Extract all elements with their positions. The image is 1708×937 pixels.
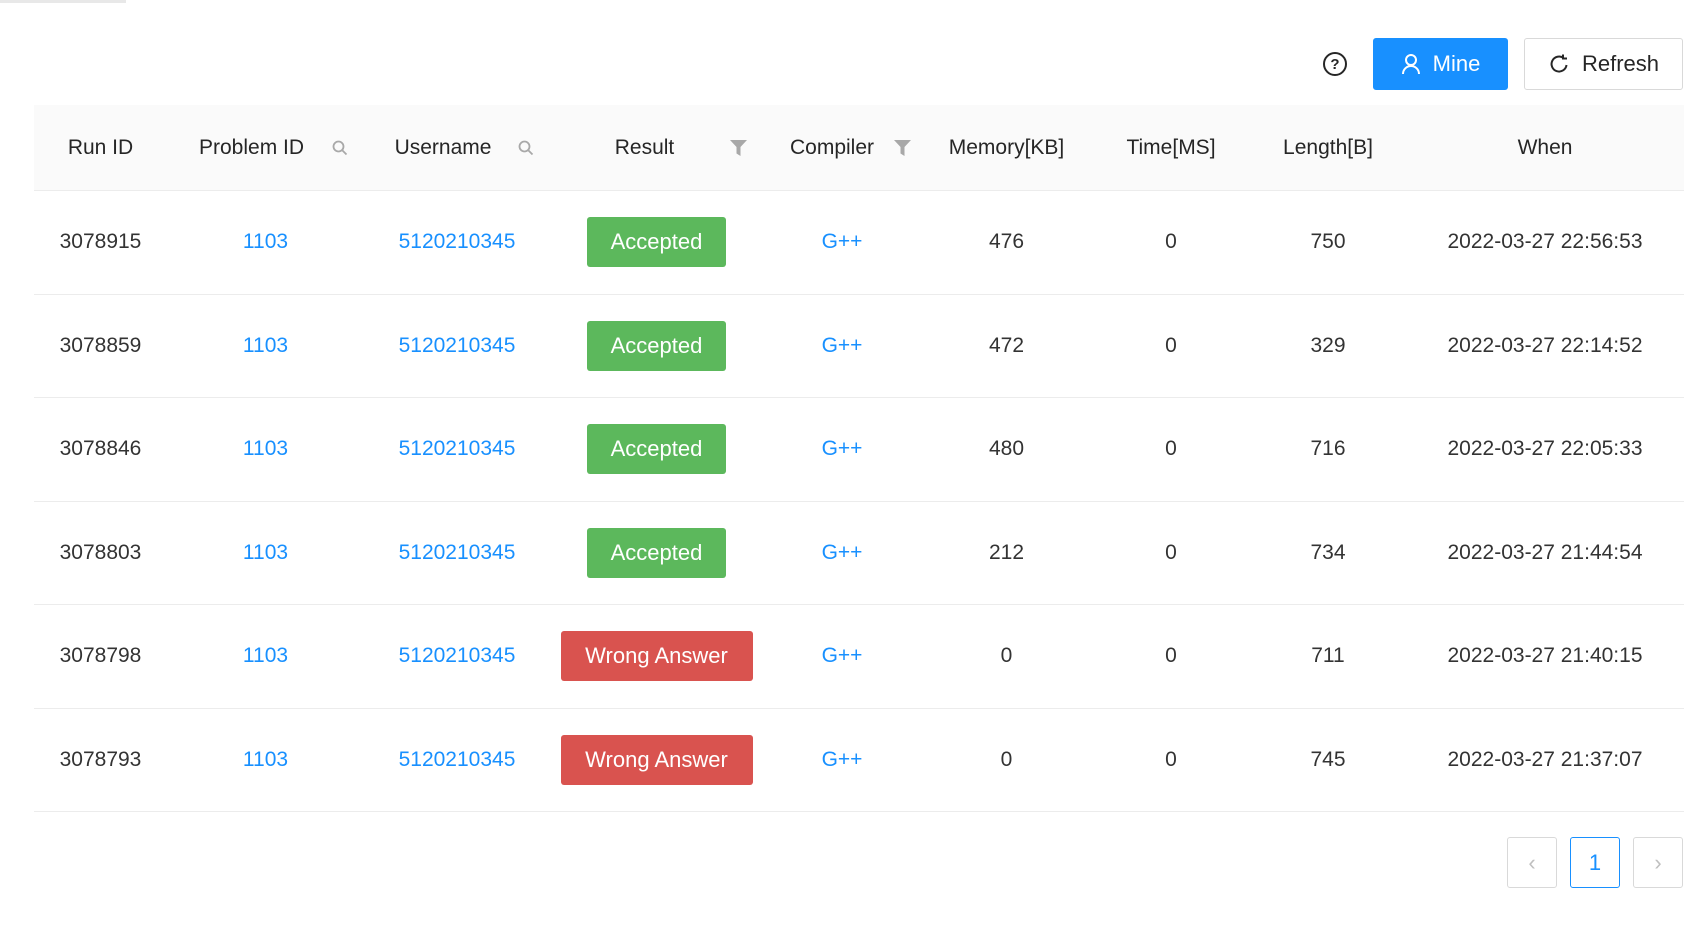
length-cell: 734 [1310,540,1346,564]
username-link[interactable]: 5120210345 [399,230,516,254]
table-row: 3078793 1103 5120210345 Wrong Answer G++… [34,709,1684,812]
header-time: Time[MS] [1092,105,1250,190]
table-row: 3078803 1103 5120210345 Accepted G++ 212… [34,502,1684,605]
memory-cell: 472 [988,333,1025,357]
header-length: Length[B] [1250,105,1406,190]
problem-id-link[interactable]: 1103 [243,230,288,254]
pagination: ‹ 1 › [1507,837,1683,888]
compiler-link[interactable]: G++ [822,334,863,358]
mine-button[interactable]: Mine [1373,38,1508,90]
table-row: 3078915 1103 5120210345 Accepted G++ 476… [34,191,1684,295]
time-cell: 0 [1165,540,1177,564]
run-id-cell: 3078915 [59,230,142,254]
table-row: 3078798 1103 5120210345 Wrong Answer G++… [34,605,1684,709]
compiler-link[interactable]: G++ [822,230,863,254]
header-memory: Memory[KB] [921,105,1092,190]
time-cell: 0 [1165,747,1177,771]
time-cell: 0 [1165,230,1177,254]
result-badge[interactable]: Accepted [587,217,726,268]
problem-id-link[interactable]: 1103 [243,437,288,461]
when-cell: 2022-03-27 22:05:33 [1447,437,1643,461]
chevron-left-icon: ‹ [1528,849,1536,875]
header-result: Result [550,105,763,190]
chevron-right-icon: › [1654,849,1662,875]
search-icon[interactable] [332,140,348,156]
username-link[interactable]: 5120210345 [399,334,516,358]
header-result-label: Result [614,135,675,159]
when-cell: 2022-03-27 22:56:53 [1447,230,1643,254]
compiler-link[interactable]: G++ [822,437,863,461]
run-id-cell: 3078793 [59,747,142,771]
header-memory-label: Memory[KB] [948,135,1065,159]
memory-cell: 476 [988,230,1025,254]
result-badge[interactable]: Accepted [587,527,726,578]
run-id-cell: 3078803 [59,540,142,564]
length-cell: 750 [1310,230,1346,254]
header-when-label: When [1517,135,1573,159]
problem-id-link[interactable]: 1103 [243,644,288,668]
submissions-table: Run ID Problem ID Username Result Compil… [34,105,1684,812]
prev-page-button[interactable]: ‹ [1507,837,1557,888]
refresh-button-label: Refresh [1581,51,1660,76]
problem-id-link[interactable]: 1103 [243,748,288,772]
time-cell: 0 [1165,437,1177,461]
when-cell: 2022-03-27 22:14:52 [1447,333,1643,357]
memory-cell: 480 [988,437,1025,461]
refresh-icon [1548,53,1570,75]
header-username: Username [364,105,550,190]
run-id-cell: 3078846 [59,437,142,461]
search-icon[interactable] [518,140,534,156]
header-problem-id-label: Problem ID [198,135,305,159]
filter-icon[interactable] [730,139,747,156]
user-icon [1401,53,1421,75]
result-badge[interactable]: Wrong Answer [560,734,753,785]
username-link[interactable]: 5120210345 [399,644,516,668]
table-row: 3078859 1103 5120210345 Accepted G++ 472… [34,295,1684,398]
header-compiler-label: Compiler [789,135,875,159]
header-length-label: Length[B] [1283,135,1373,159]
header-run-id: Run ID [34,105,167,190]
result-badge[interactable]: Accepted [587,320,726,371]
next-page-button[interactable]: › [1633,837,1683,888]
when-cell: 2022-03-27 21:37:07 [1447,747,1643,771]
filter-icon[interactable] [894,139,911,156]
length-cell: 711 [1311,644,1345,668]
compiler-link[interactable]: G++ [822,644,863,668]
toolbar: ? Mine Refresh [1323,38,1683,90]
memory-cell: 0 [1000,644,1013,668]
result-badge[interactable]: Wrong Answer [560,631,753,682]
username-link[interactable]: 5120210345 [399,437,516,461]
problem-id-link[interactable]: 1103 [243,334,288,358]
time-cell: 0 [1165,333,1177,357]
header-compiler: Compiler [763,105,921,190]
when-cell: 2022-03-27 21:44:54 [1447,540,1643,564]
mine-button-label: Mine [1432,51,1481,76]
length-cell: 745 [1310,747,1346,771]
result-badge[interactable]: Accepted [587,424,726,475]
header-run-id-label: Run ID [67,135,134,159]
username-link[interactable]: 5120210345 [399,541,516,565]
username-link[interactable]: 5120210345 [399,748,516,772]
when-cell: 2022-03-27 21:40:15 [1447,644,1643,668]
length-cell: 716 [1310,437,1346,461]
time-cell: 0 [1165,644,1177,668]
table-row: 3078846 1103 5120210345 Accepted G++ 480… [34,398,1684,502]
header-username-label: Username [394,135,492,159]
problem-id-link[interactable]: 1103 [243,541,288,565]
run-id-cell: 3078798 [59,644,142,668]
memory-cell: 212 [988,540,1025,564]
help-icon[interactable]: ? [1323,52,1347,76]
header-time-label: Time[MS] [1126,135,1216,159]
header-problem-id: Problem ID [167,105,364,190]
top-divider [0,0,126,3]
table-header: Run ID Problem ID Username Result Compil… [34,105,1684,191]
length-cell: 329 [1310,333,1346,357]
refresh-button[interactable]: Refresh [1524,38,1683,90]
compiler-link[interactable]: G++ [822,748,863,772]
compiler-link[interactable]: G++ [822,541,863,565]
header-when: When [1406,105,1684,190]
memory-cell: 0 [1000,747,1013,771]
page-1-button[interactable]: 1 [1570,837,1620,888]
run-id-cell: 3078859 [59,333,142,357]
